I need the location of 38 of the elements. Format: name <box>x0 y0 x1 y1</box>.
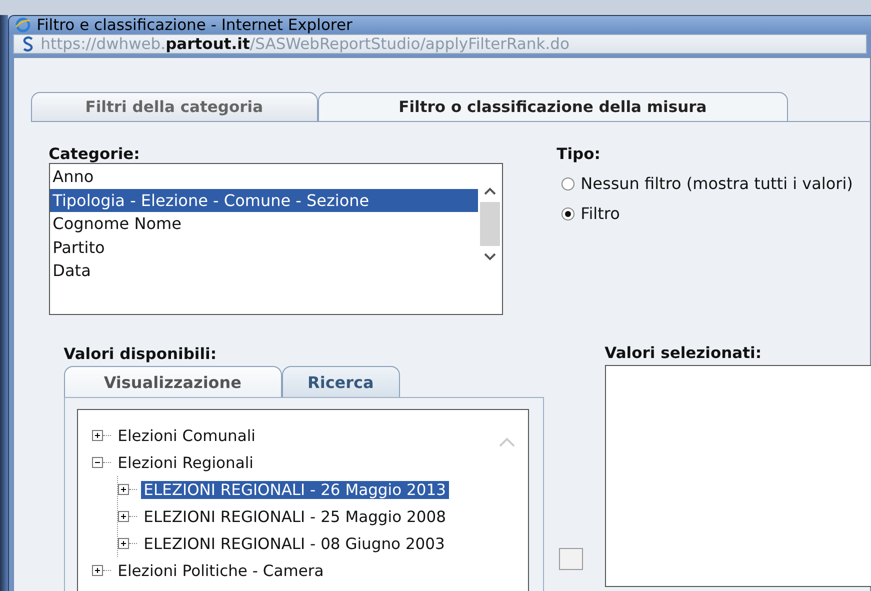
tab[interactable]: Visualizzazione <box>64 366 282 397</box>
list-item[interactable]: Tipologia - Elezione - Comune - Sezione <box>50 188 478 212</box>
tree-item[interactable]: ELEZIONI REGIONALI - 25 Maggio 2008 <box>140 508 449 526</box>
field-label: Valori selezionati: <box>604 344 762 362</box>
scrollbar-thumb[interactable] <box>480 202 500 246</box>
category-listbox[interactable]: Anno Tipologia - Elezione - Comune - Sezione Cognome Nome Partito Data <box>48 163 503 315</box>
field-label: Tipo: <box>556 145 601 163</box>
tree-item[interactable]: ELEZIONI REGIONALI - 26 Maggio 2013 <box>140 480 449 498</box>
radio-button[interactable] <box>560 206 575 220</box>
expand-icon[interactable] <box>92 565 103 576</box>
tab[interactable]: Filtro o classificazione della misura <box>318 92 788 121</box>
tree-item[interactable]: ELEZIONI REGIONALI - 08 Giugno 2003 <box>140 534 448 552</box>
tree-item[interactable]: Elezioni Regionali <box>114 454 256 472</box>
tab[interactable]: Ricerca <box>282 366 400 397</box>
radio-label: Filtro <box>580 204 620 223</box>
expand-icon[interactable] <box>118 484 129 495</box>
expand-icon[interactable] <box>92 430 103 441</box>
tree-list[interactable]: Elezioni Comunali Elezioni Regionali ELEZIONI REGIONALI - 26 Maggio 2013 ELEZIONI REGIONALI - 25 Maggio 2008 ELEZIONI REGIONALI - 08 Giugno 2003 Elezioni Politiche - Camera <box>76 409 529 591</box>
collapse-icon[interactable] <box>92 457 103 468</box>
expand-icon[interactable] <box>118 511 129 522</box>
field-label: Valori disponibili: <box>64 345 217 363</box>
tree-item[interactable]: Elezioni Comunali <box>114 426 258 444</box>
field-label: Categorie: <box>48 145 140 163</box>
list-item[interactable]: Partito <box>50 236 478 259</box>
list-item[interactable]: Data <box>50 259 478 282</box>
window-title: Filtro e classificazione - Internet Explorer <box>36 16 352 34</box>
radio-button[interactable] <box>560 176 575 190</box>
move-button[interactable] <box>558 548 583 570</box>
browser-logo-icon <box>14 17 31 33</box>
list-item[interactable]: Anno <box>50 165 478 188</box>
radio-label: Nessun filtro (mostra tutti i valori) <box>580 174 853 193</box>
expand-icon[interactable] <box>118 538 129 549</box>
tree-item[interactable]: Elezioni Politiche - Camera <box>114 562 327 580</box>
tab[interactable]: Filtri della categoria <box>30 92 318 121</box>
list-item[interactable]: Cognome Nome <box>50 212 478 236</box>
scroll-up-icon[interactable] <box>482 186 497 196</box>
scroll-down-icon[interactable] <box>482 252 497 262</box>
site-logo-icon <box>22 36 34 52</box>
